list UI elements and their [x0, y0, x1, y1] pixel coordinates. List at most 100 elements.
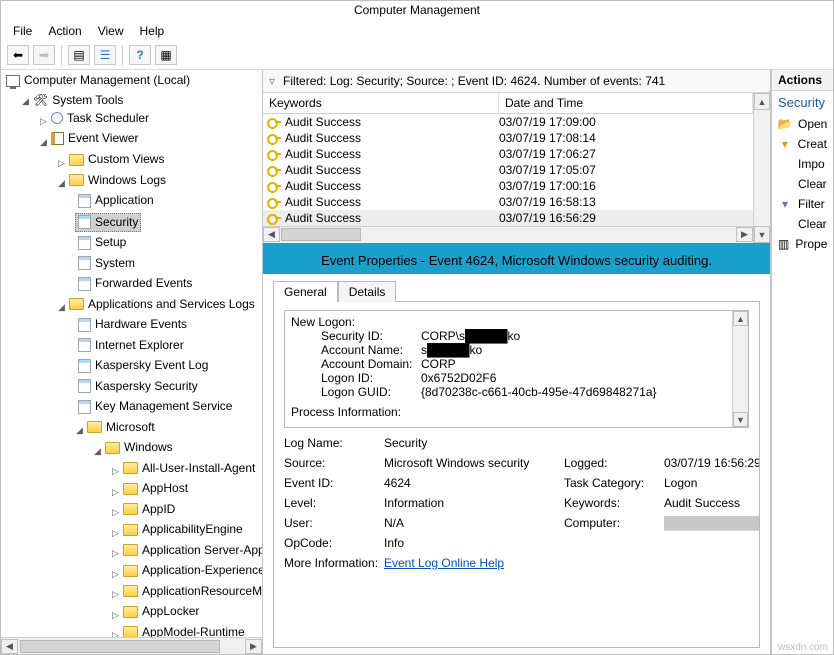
tree-system-tools[interactable]: 🛠System Tools [30, 92, 126, 109]
tree-item[interactable]: Application-Experience [120, 562, 262, 579]
expander-icon[interactable]: ▷ [111, 463, 120, 480]
tree-item[interactable]: All-User-Install-Agent [120, 460, 258, 477]
forward-button[interactable]: ➡ [33, 45, 55, 65]
tab-details[interactable]: Details [338, 281, 397, 302]
tree-item[interactable]: AppID [120, 501, 178, 518]
expander-icon[interactable]: ▷ [111, 627, 120, 637]
action-properties[interactable]: ▥Prope [772, 234, 833, 254]
column-datetime[interactable]: Date and Time [499, 93, 753, 113]
action-import-custom-view[interactable]: Impo [772, 154, 833, 174]
tree-kaspersky-event-log[interactable]: Kaspersky Event Log [75, 357, 211, 374]
tree-item[interactable]: AppHost [120, 480, 191, 497]
event-row[interactable]: Audit Success03/07/19 17:00:16 [263, 178, 753, 194]
expander-icon[interactable]: ◢ [39, 134, 48, 151]
event-list[interactable]: Keywords Date and Time Audit Success03/0… [263, 93, 753, 243]
event-row[interactable]: Audit Success03/07/19 17:09:00 [263, 114, 753, 130]
show-hide-button[interactable]: ▤ [68, 45, 90, 65]
action-clear-log[interactable]: Clear [772, 174, 833, 194]
tree-hardware-events[interactable]: Hardware Events [75, 316, 190, 333]
tree-microsoft[interactable]: Microsoft [84, 419, 158, 436]
expander-icon[interactable]: ▷ [111, 525, 120, 542]
expander-icon[interactable]: ▷ [111, 566, 120, 583]
tab-general[interactable]: General [273, 281, 338, 302]
event-row[interactable]: Audit Success03/07/19 17:08:14 [263, 130, 753, 146]
event-row-selected[interactable]: Audit Success03/07/19 16:56:29 [263, 210, 753, 226]
tree-label: All-User-Install-Agent [142, 460, 255, 477]
column-keywords[interactable]: Keywords [263, 93, 499, 113]
folder-icon [123, 565, 138, 577]
scroll-right-icon[interactable]: ▶ [736, 227, 753, 242]
tree-label: AppID [142, 501, 175, 518]
tree-item[interactable]: AppModel-Runtime [120, 624, 248, 638]
tree-internet-explorer[interactable]: Internet Explorer [75, 337, 187, 354]
expander-icon[interactable]: ◢ [57, 175, 66, 192]
extra-button[interactable]: ▦ [155, 45, 177, 65]
help-button[interactable]: ? [129, 45, 151, 65]
menu-action[interactable]: Action [42, 22, 87, 40]
scrollbar-thumb[interactable] [20, 640, 220, 653]
navigation-tree[interactable]: Computer Management (Local) ◢🛠System Too… [1, 72, 262, 637]
tree-item[interactable]: Application Server-App [120, 542, 262, 559]
scroll-up-icon[interactable]: ▲ [733, 311, 748, 326]
tree-item[interactable]: ApplicationResourceM [120, 583, 262, 600]
action-clear-filter[interactable]: Clear [772, 214, 833, 234]
tree-kaspersky-security[interactable]: Kaspersky Security [75, 378, 201, 395]
event-list-horizontal-scrollbar[interactable]: ◀ ▶ [263, 226, 753, 243]
tree-key-management[interactable]: Key Management Service [75, 398, 235, 415]
menu-help[interactable]: Help [134, 22, 171, 40]
log-icon [78, 194, 91, 208]
scroll-left-icon[interactable]: ◀ [1, 639, 18, 654]
scrollbar-thumb[interactable] [281, 228, 361, 241]
expander-icon[interactable]: ▷ [57, 155, 66, 172]
tree-setup-log[interactable]: Setup [75, 234, 129, 251]
expander-icon[interactable]: ◢ [21, 93, 30, 110]
event-row[interactable]: Audit Success03/07/19 17:06:27 [263, 146, 753, 162]
action-filter-log[interactable]: ▾Filter [772, 194, 833, 214]
tree-application-log[interactable]: Application [75, 192, 157, 209]
scroll-up-icon[interactable]: ▲ [754, 93, 770, 110]
tree-horizontal-scrollbar[interactable]: ◀ ▶ [1, 637, 262, 654]
expander-icon[interactable]: ▷ [39, 113, 48, 130]
tree-label: Hardware Events [95, 316, 187, 333]
tree-event-viewer[interactable]: Event Viewer [48, 130, 141, 147]
event-datetime: 03/07/19 17:05:07 [499, 163, 753, 177]
expander-icon[interactable]: ▷ [111, 545, 120, 562]
folder-icon [123, 483, 138, 495]
tree-windows[interactable]: Windows [102, 439, 176, 456]
scroll-down-icon[interactable]: ▼ [733, 412, 748, 427]
action-create-custom-view[interactable]: ▾Creat [772, 134, 833, 154]
tree-system-log[interactable]: System [75, 255, 138, 272]
event-list-vertical-scrollbar[interactable]: ▲ ▼ [753, 93, 770, 243]
event-row[interactable]: Audit Success03/07/19 17:05:07 [263, 162, 753, 178]
expander-icon[interactable]: ▷ [111, 484, 120, 501]
expander-icon[interactable]: ▷ [111, 586, 120, 603]
link-event-log-online-help[interactable]: Event Log Online Help [384, 556, 504, 570]
log-icon [78, 256, 91, 270]
event-row[interactable]: Audit Success03/07/19 16:58:13 [263, 194, 753, 210]
tree-item[interactable]: AppLocker [120, 603, 202, 620]
properties-button[interactable]: ☰ [94, 45, 116, 65]
tree-windows-logs[interactable]: Windows Logs [66, 172, 169, 189]
tree-forwarded-log[interactable]: Forwarded Events [75, 275, 195, 292]
tree-apps-services-logs[interactable]: Applications and Services Logs [66, 296, 258, 313]
tree-root[interactable]: Computer Management (Local) [3, 72, 193, 89]
expander-icon[interactable]: ◢ [75, 422, 84, 439]
menu-view[interactable]: View [92, 22, 130, 40]
tree-item[interactable]: ApplicabilityEngine [120, 521, 246, 538]
menu-file[interactable]: File [7, 22, 38, 40]
expander-icon[interactable]: ◢ [93, 443, 102, 460]
expander-icon[interactable]: ▷ [111, 607, 120, 624]
event-list-header[interactable]: Keywords Date and Time [263, 93, 753, 114]
tree-task-scheduler[interactable]: Task Scheduler [48, 110, 152, 127]
expander-icon[interactable]: ◢ [57, 299, 66, 316]
expander-icon[interactable]: ▷ [111, 504, 120, 521]
back-button[interactable]: ⬅ [7, 45, 29, 65]
scroll-left-icon[interactable]: ◀ [263, 227, 280, 242]
event-datetime: 03/07/19 17:09:00 [499, 115, 753, 129]
scroll-down-icon[interactable]: ▼ [754, 226, 770, 243]
tree-custom-views[interactable]: Custom Views [66, 151, 167, 168]
tree-security-log[interactable]: Security [75, 213, 141, 232]
action-open-saved-log[interactable]: 📂Open [772, 114, 833, 134]
scroll-right-icon[interactable]: ▶ [245, 639, 262, 654]
detail-vertical-scrollbar[interactable]: ▲ ▼ [732, 311, 748, 427]
